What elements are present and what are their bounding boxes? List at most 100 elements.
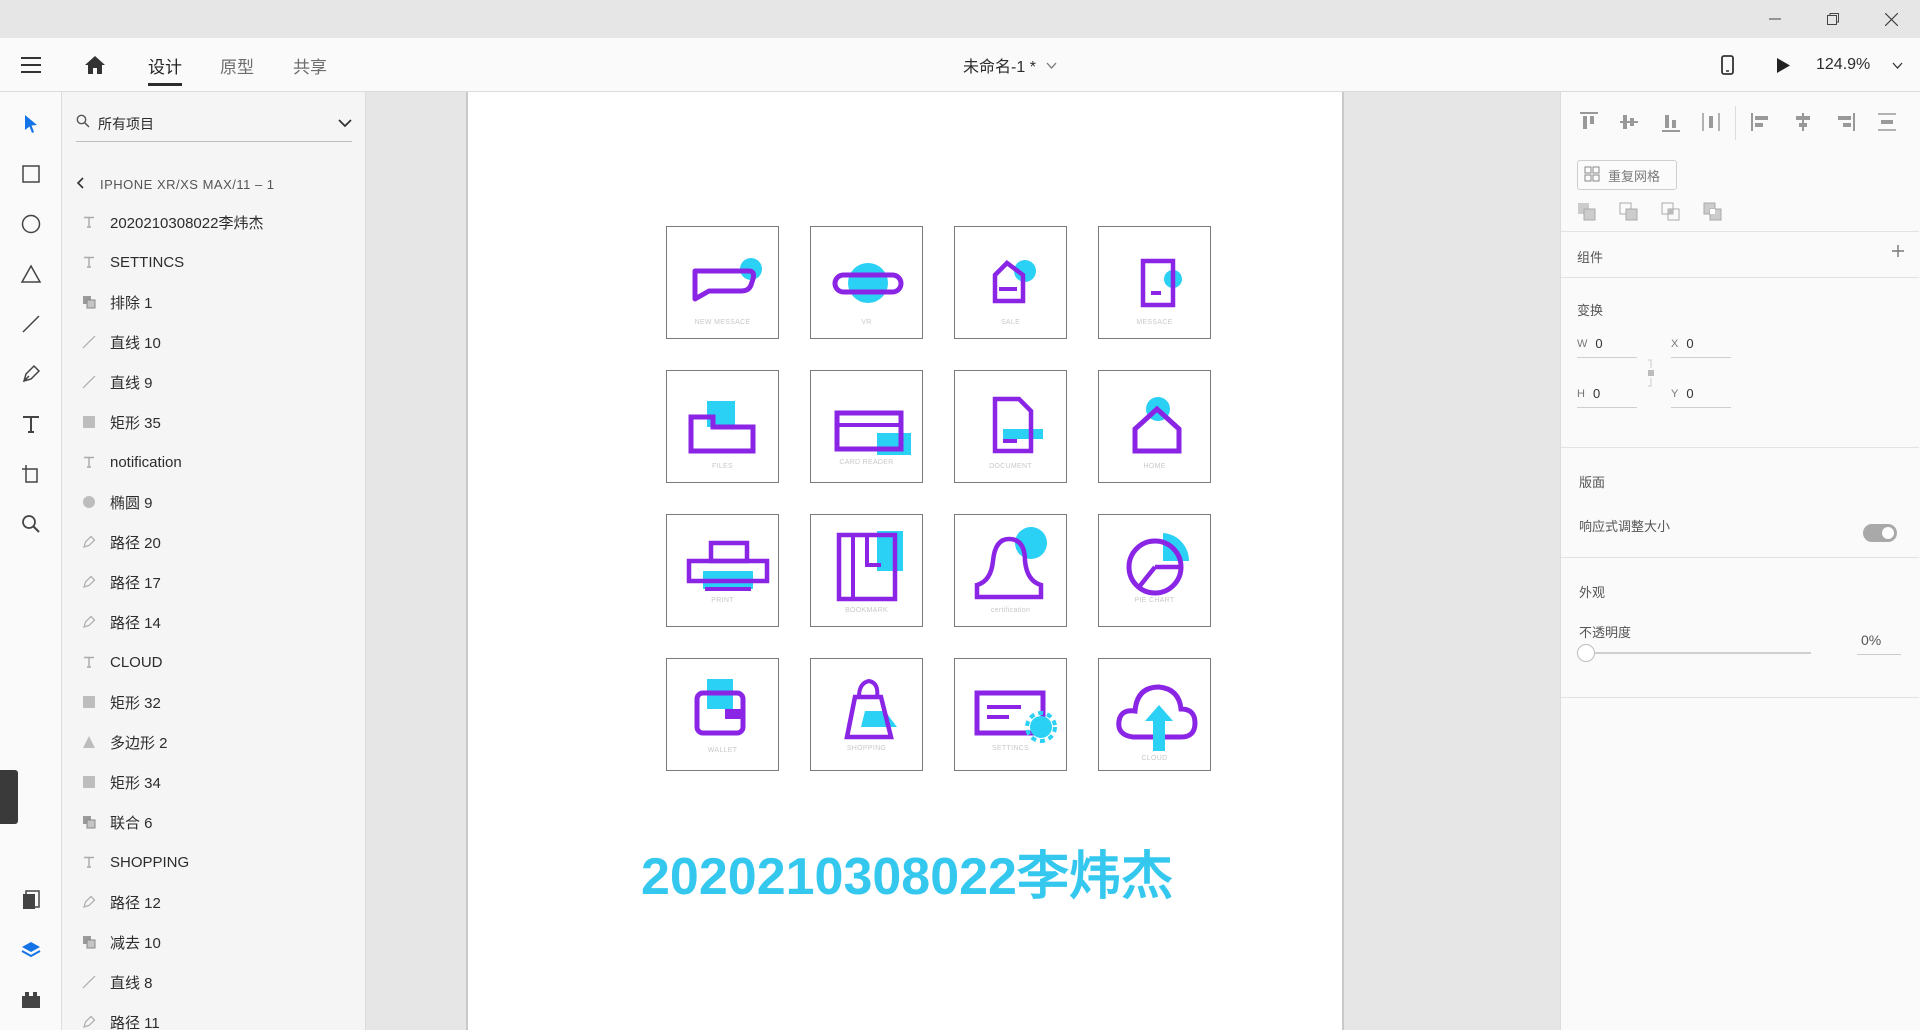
- document-title-dropdown[interactable]: 未命名-1 *: [900, 38, 1120, 92]
- layer-item[interactable]: 直线 9: [62, 362, 362, 402]
- align-center-icon[interactable]: [1793, 112, 1813, 137]
- opacity-value[interactable]: 0%: [1861, 632, 1881, 648]
- rectangle-tool-icon[interactable]: [11, 154, 51, 194]
- assets-icon[interactable]: [11, 880, 51, 920]
- canvas[interactable]: NEW MESSACE VR SALE MESSACE FILES CARD READER…: [366, 92, 1560, 1030]
- layer-item[interactable]: notification: [62, 442, 362, 482]
- layer-item[interactable]: CLOUD: [62, 642, 362, 682]
- files-icon[interactable]: FILES: [666, 370, 779, 483]
- layer-item[interactable]: 2020210308022李炜杰: [62, 202, 362, 242]
- add-component-icon[interactable]: [1891, 244, 1905, 263]
- y-field[interactable]: Y0: [1671, 380, 1731, 408]
- boolean-intersect-icon[interactable]: [1661, 202, 1681, 227]
- cloud-icon[interactable]: CLOUD: [1098, 658, 1211, 771]
- layer-item[interactable]: 直线 8: [62, 962, 362, 1002]
- print-icon[interactable]: PRINT: [666, 514, 779, 627]
- messace-icon[interactable]: MESSACE: [1098, 226, 1211, 339]
- layer-item[interactable]: 路径 11: [62, 1002, 362, 1030]
- boolean-exclude-icon[interactable]: [1703, 202, 1723, 227]
- layers-search[interactable]: 所有项目: [76, 106, 352, 142]
- ellipse-tool-icon[interactable]: [11, 204, 51, 244]
- opacity-slider-knob[interactable]: [1577, 644, 1595, 662]
- artboard[interactable]: NEW MESSACE VR SALE MESSACE FILES CARD READER…: [466, 92, 1344, 1030]
- layer-item[interactable]: 路径 17: [62, 562, 362, 602]
- lock-aspect-icon[interactable]: [1646, 358, 1656, 393]
- play-preview-icon[interactable]: [1768, 50, 1798, 80]
- pie-chart-icon[interactable]: PIE CHART: [1098, 514, 1211, 627]
- settincs-icon[interactable]: SETTINCS: [954, 658, 1067, 771]
- layer-name: 直线 8: [110, 974, 153, 992]
- boolean-add-icon[interactable]: [1577, 202, 1597, 227]
- layer-item[interactable]: 路径 14: [62, 602, 362, 642]
- height-field[interactable]: H0: [1577, 380, 1637, 408]
- restore-button[interactable]: [1810, 0, 1856, 38]
- minimize-button[interactable]: [1752, 0, 1798, 38]
- layer-item[interactable]: 矩形 35: [62, 402, 362, 442]
- layer-name: SHOPPING: [110, 853, 190, 871]
- layer-item[interactable]: 多边形 2: [62, 722, 362, 762]
- align-top-icon[interactable]: [1579, 112, 1599, 137]
- layer-name: 矩形 34: [110, 774, 161, 792]
- select-tool-icon[interactable]: [11, 104, 51, 144]
- home-icon[interactable]: HOME: [1098, 370, 1211, 483]
- device-preview-icon[interactable]: [1712, 50, 1742, 80]
- repeat-grid-button[interactable]: 重复网格: [1577, 160, 1677, 190]
- close-window-button[interactable]: [1868, 0, 1914, 38]
- layer-item[interactable]: 路径 20: [62, 522, 362, 562]
- align-middle-icon[interactable]: [1619, 112, 1639, 137]
- boolean-subtract-icon[interactable]: [1619, 202, 1639, 227]
- zoom-tool-icon[interactable]: [11, 504, 51, 544]
- divider: [1735, 106, 1736, 140]
- tab-design[interactable]: 设计: [148, 38, 182, 92]
- layer-item[interactable]: 排除 1: [62, 282, 362, 322]
- width-field[interactable]: W0: [1577, 330, 1637, 358]
- layer-item[interactable]: 椭圆 9: [62, 482, 362, 522]
- wallet-icon[interactable]: WALLET: [666, 658, 779, 771]
- opacity-slider-track[interactable]: [1585, 652, 1811, 654]
- layer-item[interactable]: 联合 6: [62, 802, 362, 842]
- text-tool-icon[interactable]: [11, 404, 51, 444]
- chevron-left-icon[interactable]: [76, 176, 84, 192]
- card-reader-icon[interactable]: CARD READER: [810, 370, 923, 483]
- tab-prototype[interactable]: 原型: [220, 38, 254, 92]
- layer-item[interactable]: SHOPPING: [62, 842, 362, 882]
- certification-icon[interactable]: certification: [954, 514, 1067, 627]
- icon-caption: DOCUMENT: [989, 463, 1032, 470]
- vr-icon[interactable]: VR: [810, 226, 923, 339]
- responsive-resize-toggle[interactable]: [1863, 524, 1897, 542]
- layer-name: 路径 14: [110, 614, 161, 632]
- layer-item[interactable]: 减去 10: [62, 922, 362, 962]
- layer-item[interactable]: SETTINCS: [62, 242, 362, 282]
- layer-item[interactable]: 直线 10: [62, 322, 362, 362]
- breadcrumb[interactable]: IPHONE XR/XS MAX/11 – 1: [76, 172, 275, 196]
- layer-item[interactable]: 路径 12: [62, 882, 362, 922]
- distribute-horizontal-icon[interactable]: [1877, 112, 1897, 137]
- chevron-down-icon: [1046, 56, 1057, 74]
- artboard-tool-icon[interactable]: [11, 454, 51, 494]
- appearance-label: 外观: [1579, 585, 1606, 600]
- text-icon: [78, 211, 100, 233]
- document-icon[interactable]: DOCUMENT: [954, 370, 1067, 483]
- bookmark-icon[interactable]: BOOKMARK: [810, 514, 923, 627]
- shopping-icon[interactable]: SHOPPING: [810, 658, 923, 771]
- artboard-heading[interactable]: 2020210308022李炜杰: [468, 834, 1346, 909]
- new-messace-icon[interactable]: NEW MESSACE: [666, 226, 779, 339]
- tab-share[interactable]: 共享: [293, 38, 327, 92]
- layers-icon[interactable]: [11, 930, 51, 970]
- pen-tool-icon[interactable]: [11, 354, 51, 394]
- layer-item[interactable]: 矩形 32: [62, 682, 362, 722]
- align-right-icon[interactable]: [1835, 112, 1855, 137]
- zoom-dropdown[interactable]: 124.9%: [1816, 38, 1906, 92]
- distribute-vertical-icon[interactable]: [1701, 112, 1721, 137]
- line-tool-icon[interactable]: [11, 304, 51, 344]
- chevron-down-icon[interactable]: [338, 115, 352, 133]
- layer-item[interactable]: 矩形 34: [62, 762, 362, 802]
- polygon-tool-icon[interactable]: [11, 254, 51, 294]
- home-icon[interactable]: [78, 50, 112, 80]
- align-left-icon[interactable]: [1751, 112, 1771, 137]
- sale-icon[interactable]: SALE: [954, 226, 1067, 339]
- hamburger-menu-icon[interactable]: [14, 50, 48, 80]
- align-bottom-icon[interactable]: [1661, 112, 1681, 137]
- plugins-icon[interactable]: [11, 980, 51, 1020]
- x-field[interactable]: X0: [1671, 330, 1731, 358]
